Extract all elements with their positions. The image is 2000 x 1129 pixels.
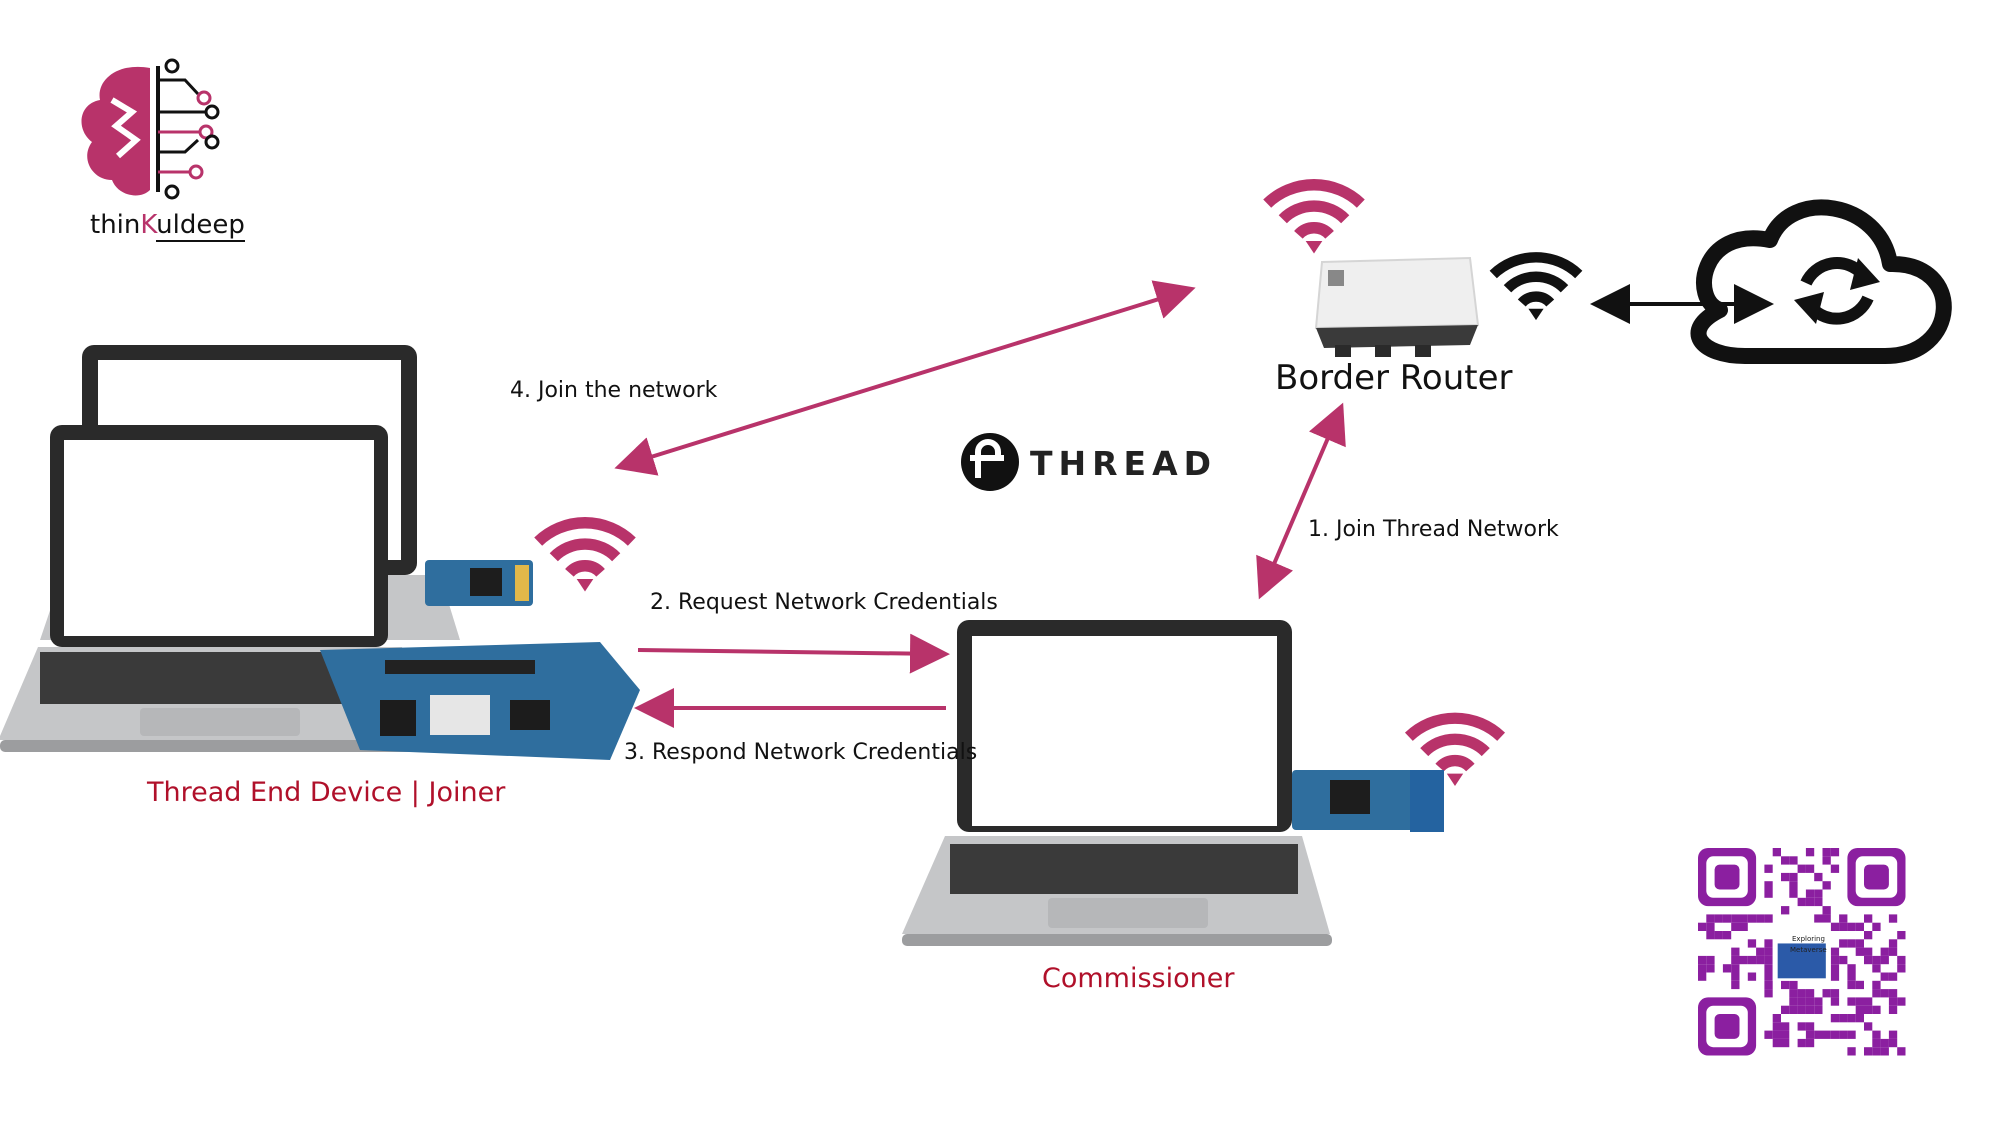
brain-circuit-icon bbox=[81, 58, 220, 200]
dev-kit-board bbox=[320, 642, 640, 760]
step4-label: 4. Join the network bbox=[510, 378, 718, 403]
thread-logo-icon bbox=[961, 433, 1019, 491]
router-icon bbox=[1314, 256, 1480, 357]
arrow-step1 bbox=[1256, 402, 1346, 600]
wifi-icon-joiner bbox=[538, 523, 632, 592]
commissioner-laptop bbox=[902, 620, 1332, 946]
cloud-sync-icon bbox=[1690, 199, 1952, 364]
qr-caption-top: Exploring bbox=[1792, 935, 1825, 943]
wifi-icon-backhaul bbox=[1493, 257, 1579, 320]
usb-dongle-commissioner bbox=[1292, 770, 1444, 832]
brand-wordmark: thinKuldeep bbox=[90, 210, 245, 242]
usb-dongle-joiner bbox=[425, 560, 533, 606]
joiner-label: Thread End Device | Joiner bbox=[147, 777, 506, 808]
step3-label: 3. Respond Network Credentials bbox=[624, 740, 978, 765]
wifi-icon-router bbox=[1267, 185, 1361, 254]
step1-label: 1. Join Thread Network bbox=[1308, 517, 1559, 542]
diagram-canvas bbox=[0, 58, 1952, 1056]
border-router-label: Border Router bbox=[1275, 358, 1513, 398]
thread-wordmark: THREAD bbox=[1030, 444, 1218, 483]
qr-caption-bottom: Metaverse bbox=[1790, 946, 1827, 954]
commissioner-label: Commissioner bbox=[1042, 963, 1235, 994]
step2-label: 2. Request Network Credentials bbox=[650, 590, 998, 615]
arrow-step2 bbox=[637, 633, 950, 674]
